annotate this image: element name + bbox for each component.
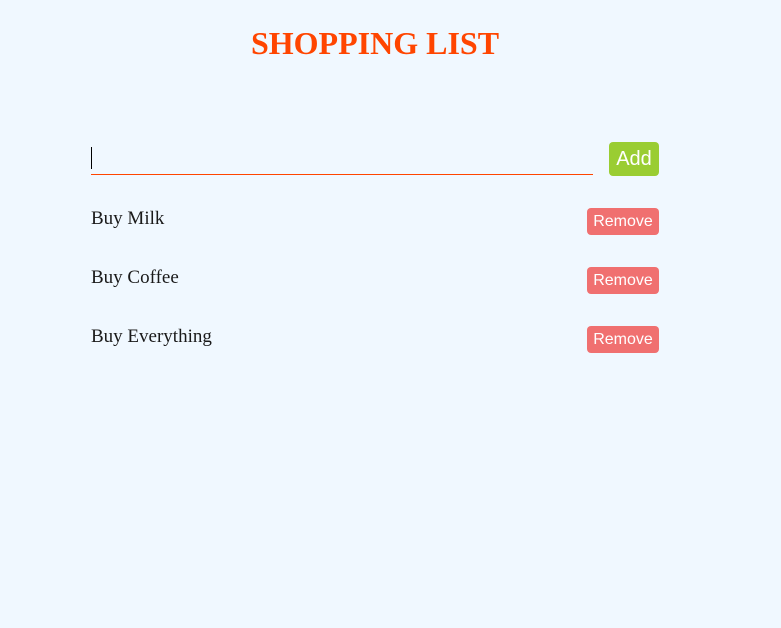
list-item-label: Buy Coffee [91, 267, 179, 288]
add-item-form: Add [91, 142, 659, 176]
list-item-label: Buy Everything [91, 326, 212, 347]
page-title: SHOPPING LIST [250, 25, 500, 61]
list-item-label: Buy Milk [91, 208, 165, 229]
remove-button[interactable]: Remove [587, 267, 659, 294]
list-item: Buy Coffee Remove [91, 266, 659, 294]
shopping-list: Buy Milk Remove Buy Coffee Remove Buy Ev… [91, 207, 659, 384]
remove-button[interactable]: Remove [587, 326, 659, 353]
text-cursor [91, 147, 92, 169]
item-input[interactable] [91, 142, 593, 175]
list-item: Buy Everything Remove [91, 325, 659, 353]
remove-button[interactable]: Remove [587, 208, 659, 235]
add-button[interactable]: Add [609, 142, 659, 176]
list-item: Buy Milk Remove [91, 207, 659, 235]
